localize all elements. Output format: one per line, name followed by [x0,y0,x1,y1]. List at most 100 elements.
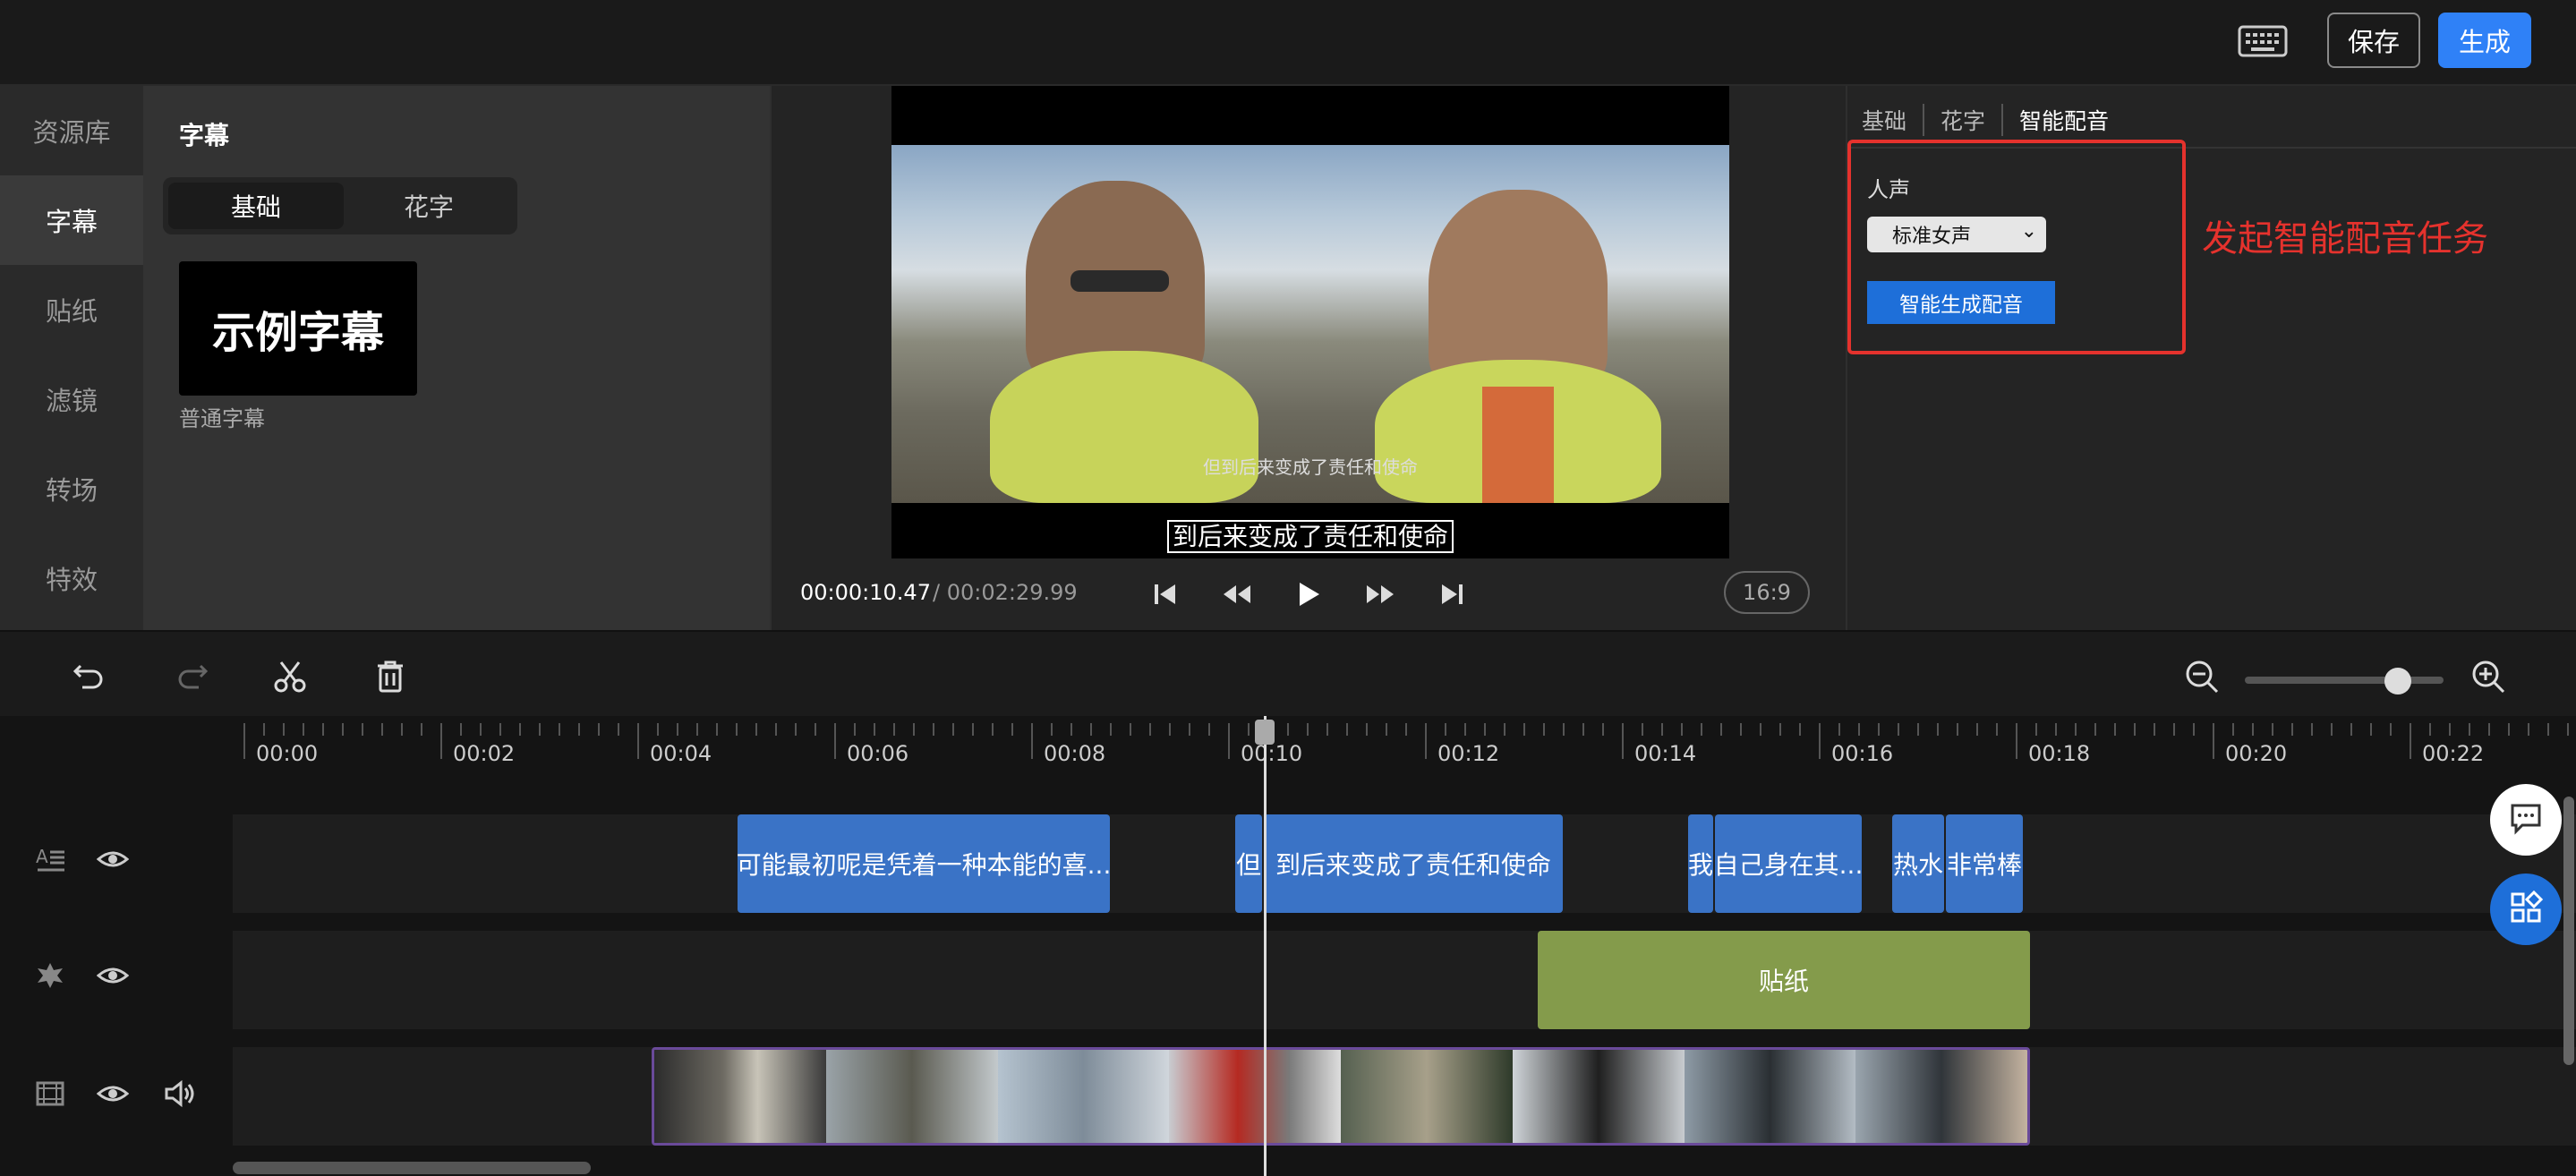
ruler-tick [2035,723,2037,736]
ruler-tick [1189,723,1190,736]
subtitle-panel: 字幕 基础 花字 示例字幕 普通字幕 [143,86,770,630]
chat-icon [2508,800,2544,839]
ruler-tick [2094,723,2096,736]
sticker-track: 贴纸 [233,931,2576,1029]
eye-icon[interactable] [96,1078,130,1110]
editable-subtitle[interactable]: 到后来变成了责任和使命 [891,517,1729,553]
ruler-tick [1779,723,1781,736]
smart-dubbing-button[interactable]: 智能生成配音 [1867,281,2055,324]
ruler-tick [2488,723,2490,736]
ruler-tick [1898,723,1899,736]
nav-item-filters[interactable]: 滤镜 [0,354,143,444]
top-bar: 保存 生成 [0,0,2576,86]
ruler-tick [2567,723,2569,736]
undo-icon[interactable] [70,657,109,696]
ruler-tick [460,723,462,736]
ruler-tick [2173,723,2175,736]
redo-icon[interactable] [172,657,211,696]
eye-icon[interactable] [96,959,130,992]
voice-select-value: 标准女声 [1892,226,1972,248]
ruler-tick [1248,723,1250,736]
skip-forward-icon[interactable] [1434,576,1470,612]
ruler-tick [2114,723,2116,736]
ruler-tick [1405,723,1407,736]
ruler-tick [2331,723,2333,736]
ruler-tick [854,723,856,736]
nav-item-transitions[interactable]: 转场 [0,444,143,533]
playhead-handle[interactable] [1255,720,1275,745]
play-icon[interactable] [1291,576,1326,612]
ruler-tick [381,723,383,736]
subtitle-clip[interactable]: 到后来变成了责任和使命 [1264,814,1563,913]
ruler-tick [1760,723,1761,736]
volume-icon[interactable] [163,1078,195,1110]
vertical-scrollbar[interactable] [2563,797,2574,1065]
nav-item-library[interactable]: 资源库 [0,86,143,175]
nav-item-subtitles[interactable]: 字幕 [0,175,143,265]
ruler-tick [1445,723,1446,736]
tab-fancy-props[interactable]: 花字 [1941,104,2004,136]
rewind-icon[interactable] [1219,576,1255,612]
chevron-down-icon: ⌄ [2020,220,2037,243]
ruler-label: 00:04 [650,741,712,766]
ruler-tick [401,723,403,736]
tab-basic[interactable]: 基础 [168,183,344,229]
nav-item-stickers[interactable]: 贴纸 [0,265,143,354]
ruler-tick [1070,723,1072,736]
ruler-tick [440,723,442,759]
apps-button[interactable] [2490,873,2562,945]
ruler-tick [952,723,954,736]
ruler-tick [1149,723,1151,736]
eye-icon[interactable] [96,843,130,875]
sticker-clip[interactable]: 贴纸 [1538,931,2030,1029]
video-clip[interactable] [652,1047,2030,1146]
ruler-tick [1287,723,1289,736]
ruler-tick [1011,723,1013,736]
subtitle-clip[interactable]: 但 [1235,814,1262,913]
ruler-tick [2213,723,2214,759]
ruler-tick [2134,723,2136,736]
save-button[interactable]: 保存 [2327,13,2420,68]
skip-back-icon[interactable] [1147,576,1183,612]
generate-button[interactable]: 生成 [2438,13,2531,68]
horizontal-scrollbar[interactable] [233,1162,591,1174]
ruler-label: 00:16 [1831,741,1894,766]
ruler-tick [1819,723,1821,759]
ruler-tick [2528,723,2529,736]
ruler-tick [1110,723,1112,736]
zoom-in-icon[interactable] [2469,657,2508,696]
voice-select[interactable]: 标准女声 ⌄ [1867,217,2046,252]
nav-item-effects[interactable]: 特效 [0,533,143,623]
subtitle-clip[interactable]: 热水 [1892,814,1944,913]
subtitle-clip[interactable]: 自己身在其... [1715,814,1862,913]
video-frame[interactable]: 但到后来变成了责任和使命 到后来变成了责任和使命 [891,86,1729,558]
ruler-tick [1130,723,1131,736]
zoom-out-icon[interactable] [2182,657,2222,696]
video-image [891,145,1729,503]
subtitle-template-card[interactable]: 示例字幕 [179,261,417,396]
tab-fancy-text[interactable]: 花字 [344,183,514,229]
keyboard-icon[interactable] [2238,23,2288,59]
subtitle-clip[interactable]: 可能最初呢是凭着一种本能的喜... [738,814,1110,913]
tab-smart-dubbing[interactable]: 智能配音 [2019,104,2125,136]
ruler-tick [1464,723,1466,736]
trash-icon[interactable] [371,657,410,696]
ruler-tick [893,723,895,736]
time-ruler[interactable]: 00:00 00:02 00:04 00:06 00:08 00:10 00:12 00:14… [233,716,2576,797]
editable-subtitle-text[interactable]: 到后来变成了责任和使命 [1166,520,1454,553]
fast-forward-icon[interactable] [1362,576,1398,612]
subtitle-clip[interactable]: 我 [1688,814,1713,913]
zoom-slider-handle[interactable] [2384,668,2411,695]
ruler-tick [1642,723,1643,736]
left-nav: 资源库 字幕 贴纸 滤镜 转场 特效 [0,86,143,630]
scissors-icon[interactable] [270,657,310,696]
playhead[interactable] [1264,716,1267,1176]
feedback-button[interactable] [2490,784,2562,856]
zoom-slider[interactable] [2245,677,2444,684]
subtitle-clip[interactable]: 非常棒 [1946,814,2023,913]
ruler-tick [2055,723,2057,736]
tab-basic-props[interactable]: 基础 [1862,104,1925,136]
ruler-tick [677,723,678,736]
ruler-tick [322,723,324,736]
aspect-ratio-button[interactable]: 16:9 [1724,571,1810,614]
